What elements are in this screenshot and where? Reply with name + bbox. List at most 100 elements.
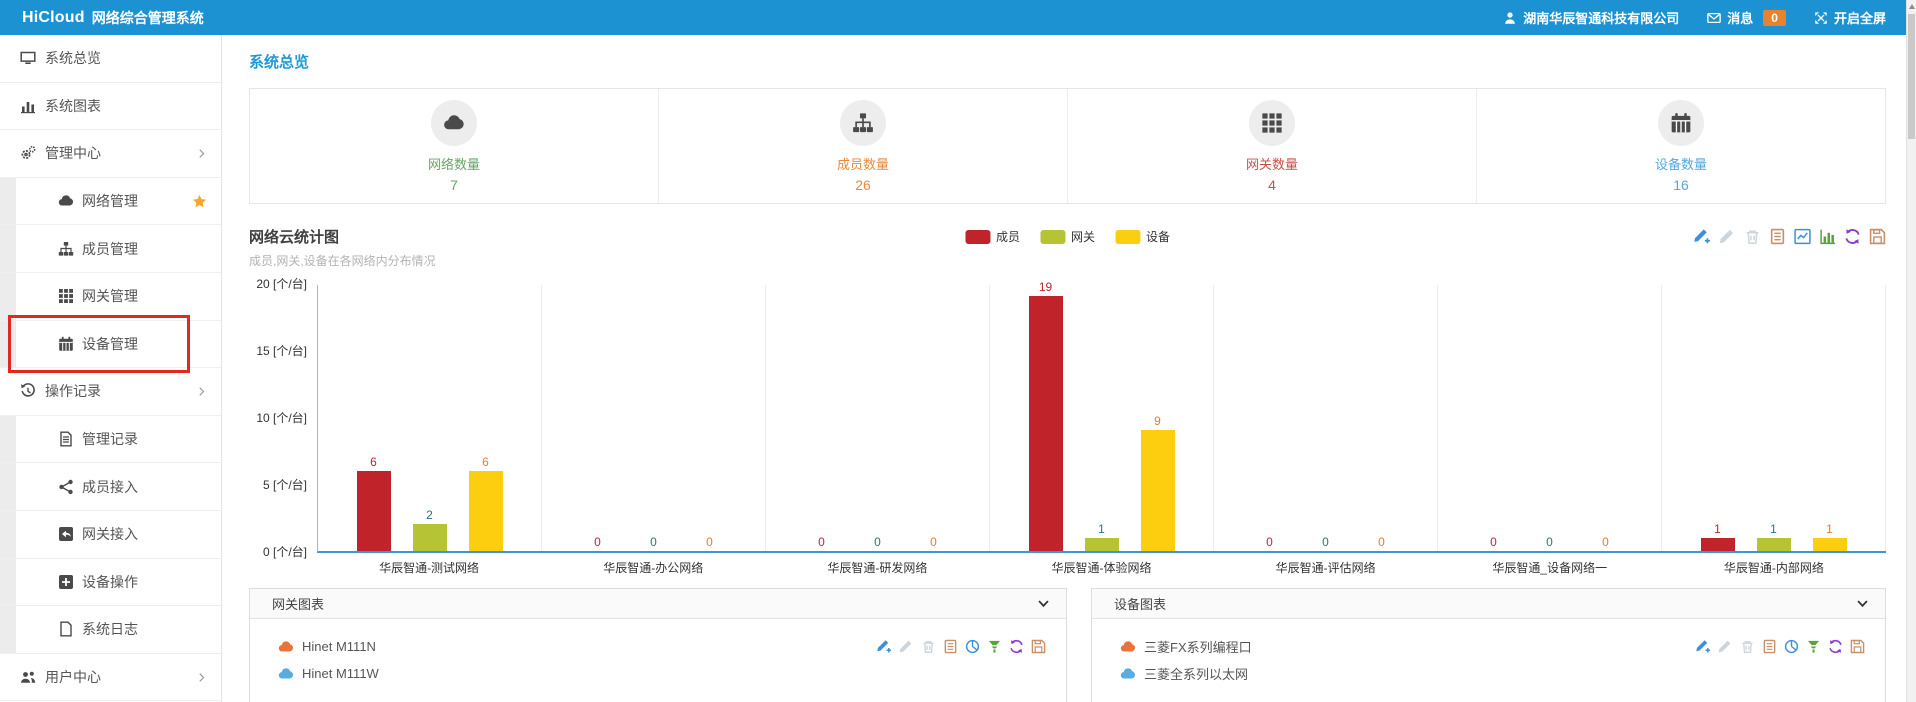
x-axis-label: 华辰智通-体验网络 <box>989 559 1213 576</box>
save-image-tool-icon[interactable] <box>1869 228 1886 245</box>
data-view-tool-icon[interactable] <box>1762 639 1777 654</box>
legend-item-hinet-m111w[interactable]: Hinet M111W <box>278 660 1046 687</box>
bar[interactable] <box>1757 538 1791 551</box>
sidebar-item-user-center[interactable]: 用户中心 <box>0 654 221 702</box>
cloud-icon <box>1120 639 1136 655</box>
mark-tool-icon[interactable] <box>877 639 892 654</box>
sidebar-item-member-management[interactable]: 成员管理 <box>0 225 221 273</box>
device-panel-header[interactable]: 设备图表 <box>1092 589 1885 619</box>
bar-chart-tool-icon[interactable] <box>1819 228 1836 245</box>
legend-item-mitsubishi-ethernet[interactable]: 三菱全系列以太网 <box>1120 660 1865 687</box>
sidebar-item-member-access[interactable]: 成员接入 <box>0 463 221 511</box>
vertical-scrollbar[interactable] <box>1906 0 1916 702</box>
device-chart-panel: 设备图表 三菱FX系列编程口 <box>1091 588 1886 702</box>
bar-group: 000 <box>1214 285 1438 551</box>
mark-tool-icon[interactable] <box>1696 639 1711 654</box>
bar[interactable] <box>1141 430 1175 551</box>
sidebar-item-device-operations[interactable]: 设备操作 <box>0 559 221 607</box>
scroll-up-arrow[interactable] <box>1909 4 1915 9</box>
restore-tool-icon[interactable] <box>1828 639 1843 654</box>
bar[interactable] <box>1085 538 1119 551</box>
top-bar: HiCloud 网络综合管理系统 湖南华辰智通科技有限公司 消息 0 开启全屏 <box>0 0 1916 35</box>
sidebar-item-gateway-management[interactable]: 网关管理 <box>0 273 221 321</box>
funnel-tool-icon[interactable] <box>1806 639 1821 654</box>
sidebar-item-management-center[interactable]: 管理中心 <box>0 130 221 178</box>
sidebar-item-label: 用户中心 <box>45 667 101 687</box>
bar-value-label: 1 <box>1826 522 1833 536</box>
bar-value-label: 9 <box>1154 414 1161 428</box>
stat-label: 设备数量 <box>1655 154 1707 173</box>
company-name: 湖南华辰智通科技有限公司 <box>1523 8 1679 27</box>
legend-label: 设备 <box>1146 228 1170 245</box>
chevron-down-icon[interactable] <box>1856 597 1869 610</box>
bar-value-label: 19 <box>1039 280 1052 294</box>
bar[interactable] <box>469 471 503 551</box>
restore-tool-icon[interactable] <box>1844 228 1861 245</box>
bar[interactable] <box>1029 296 1063 551</box>
pie-chart-tool-icon[interactable] <box>965 639 980 654</box>
stat-value: 26 <box>855 177 871 193</box>
sidebar-item-device-management[interactable]: 设备管理 <box>0 321 221 369</box>
data-view-tool-icon[interactable] <box>1769 228 1786 245</box>
fullscreen-toggle[interactable]: 开启全屏 <box>1814 8 1886 27</box>
gateway-panel-header[interactable]: 网关图表 <box>250 589 1066 619</box>
sidebar-item-management-records[interactable]: 管理记录 <box>0 416 221 464</box>
legend-item-devices[interactable]: 设备 <box>1115 228 1170 245</box>
data-view-tool-icon[interactable] <box>943 639 958 654</box>
bar[interactable] <box>413 524 447 551</box>
legend-item-mitsubishi-fx[interactable]: 三菱FX系列编程口 <box>1120 633 1865 660</box>
sidebar-item-system-charts[interactable]: 系统图表 <box>0 83 221 131</box>
bar[interactable] <box>1813 538 1847 551</box>
bar-group: 000 <box>766 285 990 551</box>
bar-value-label: 1 <box>1770 522 1777 536</box>
legend-item-hinet-m111n[interactable]: Hinet M111N <box>278 633 1046 660</box>
calendar-icon <box>58 336 74 352</box>
scrollbar-thumb[interactable] <box>1908 14 1915 139</box>
legend-item-members[interactable]: 成员 <box>965 228 1020 245</box>
calendar-icon <box>1670 112 1692 134</box>
legend-swatch <box>1115 230 1140 244</box>
sidebar-item-operation-records[interactable]: 操作记录 <box>0 368 221 416</box>
chevron-right-icon <box>196 148 207 159</box>
bar[interactable] <box>1701 538 1735 551</box>
panel-title: 设备图表 <box>1114 594 1166 613</box>
funnel-tool-icon[interactable] <box>987 639 1002 654</box>
sidebar-item-network-management[interactable]: 网络管理 <box>0 178 221 226</box>
cloud-icon <box>278 639 294 655</box>
clear-mark-tool-icon[interactable] <box>1744 228 1761 245</box>
y-axis-tick: 5 [个/台] <box>263 476 307 493</box>
mark-tool-icon[interactable] <box>1694 228 1711 245</box>
file-icon <box>58 621 74 637</box>
bar-value-label: 6 <box>370 455 377 469</box>
bar[interactable] <box>357 471 391 551</box>
unmark-tool-icon[interactable] <box>1719 228 1736 245</box>
save-image-tool-icon[interactable] <box>1031 639 1046 654</box>
gateway-chart-panel: 网关图表 Hinet M111N <box>249 588 1067 702</box>
restore-tool-icon[interactable] <box>1009 639 1024 654</box>
clear-mark-tool-icon[interactable] <box>1740 639 1755 654</box>
x-axis-label: 华辰智通-测试网络 <box>317 559 541 576</box>
messages-menu[interactable]: 消息 0 <box>1707 8 1786 27</box>
grid-icon <box>1261 112 1283 134</box>
sidebar-item-label: 系统图表 <box>45 96 101 116</box>
legend-item-gateways[interactable]: 网关 <box>1040 228 1095 245</box>
desktop-icon <box>20 50 36 66</box>
save-image-tool-icon[interactable] <box>1850 639 1865 654</box>
panel-item-label: Hinet M111N <box>302 639 376 654</box>
unmark-tool-icon[interactable] <box>1718 639 1733 654</box>
sidebar-item-gateway-access[interactable]: 网关接入 <box>0 511 221 559</box>
pie-chart-tool-icon[interactable] <box>1784 639 1799 654</box>
sidebar-item-system-logs[interactable]: 系统日志 <box>0 606 221 654</box>
history-icon <box>20 383 36 399</box>
chevron-down-icon[interactable] <box>1037 597 1050 610</box>
clear-mark-tool-icon[interactable] <box>921 639 936 654</box>
stat-value: 4 <box>1268 177 1276 193</box>
panel-item-label: Hinet M111W <box>302 666 379 681</box>
cloud-icon <box>443 112 465 134</box>
line-chart-tool-icon[interactable] <box>1794 228 1811 245</box>
y-axis: 0 [个/台]5 [个/台]10 [个/台]15 [个/台]20 [个/台] <box>249 285 313 553</box>
y-axis-tick: 0 [个/台] <box>263 543 307 560</box>
sidebar-item-system-overview[interactable]: 系统总览 <box>0 35 221 83</box>
unmark-tool-icon[interactable] <box>899 639 914 654</box>
account-menu[interactable]: 湖南华辰智通科技有限公司 <box>1503 8 1679 27</box>
